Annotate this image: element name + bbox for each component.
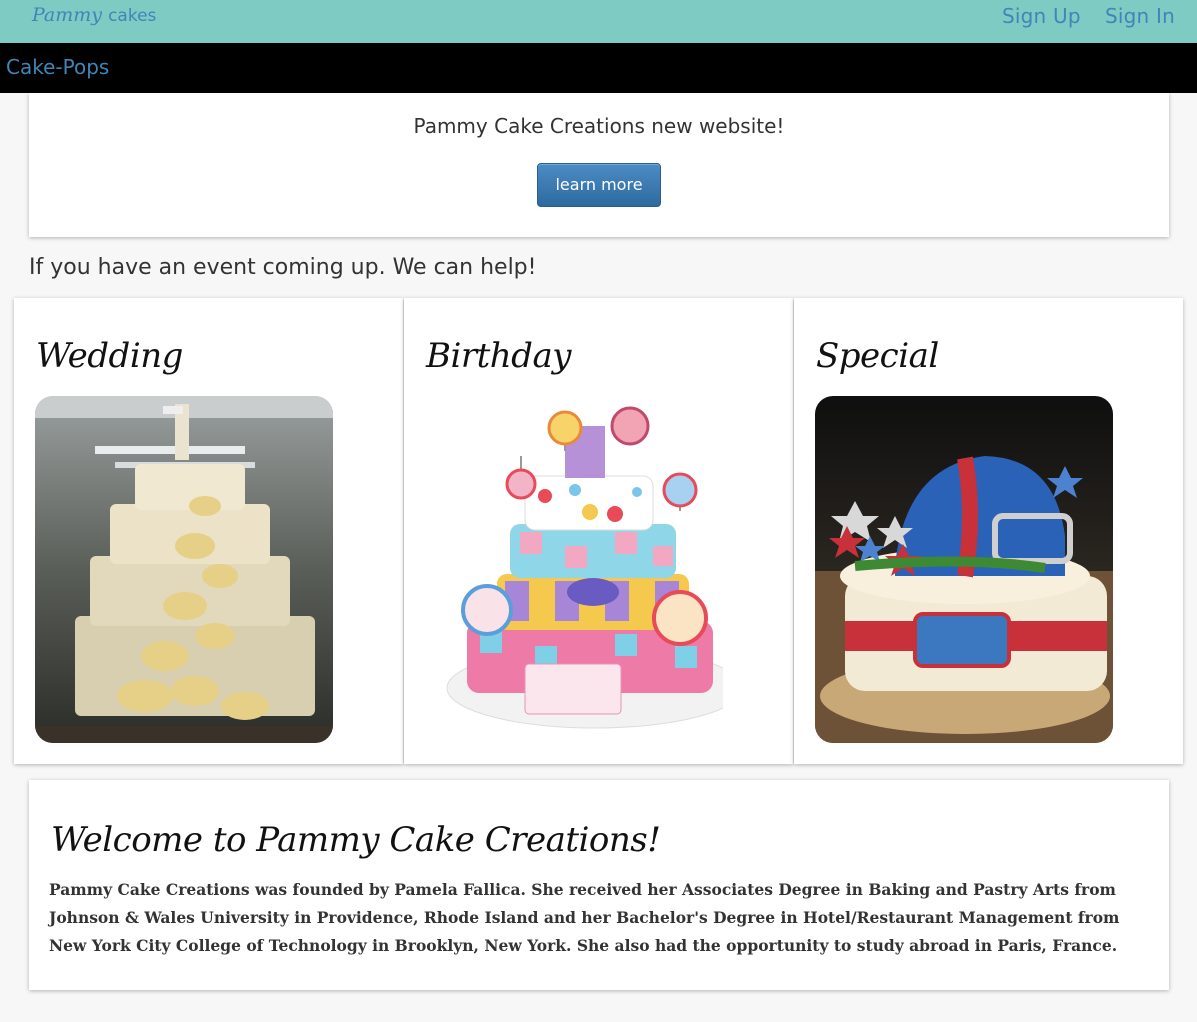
sign-in-link[interactable]: Sign In [1105,4,1175,28]
special-cake-image[interactable] [815,396,1113,743]
cake-pops-link[interactable]: Cake-Pops [6,55,109,79]
event-title: Wedding [36,336,183,376]
wedding-cake-image[interactable] [35,396,333,743]
event-card-wedding[interactable]: Wedding [14,298,403,764]
learn-more-button[interactable]: learn more [537,163,661,207]
brand-logo[interactable]: Pammy cakes [32,4,156,26]
secondary-navbar: Cake-Pops [0,43,1197,93]
brand-text: cakes [108,6,157,26]
sign-up-link[interactable]: Sign Up [1002,4,1081,28]
birthday-cake-image[interactable] [425,396,723,743]
welcome-body: Pammy Cake Creations was founded by Pame… [49,880,1120,955]
welcome-section: Welcome to Pammy Cake Creations! Pammy C… [29,780,1169,990]
top-navbar: Pammy cakes Sign Up Sign In [0,0,1197,43]
welcome-title: Welcome to Pammy Cake Creations! [51,820,661,860]
hero-banner: Pammy Cake Creations new website! learn … [29,93,1169,237]
event-title: Birthday [426,336,571,376]
event-card-birthday[interactable]: Birthday [404,298,793,764]
event-card-special[interactable]: Special [794,298,1183,764]
hero-headline: Pammy Cake Creations new website! [413,114,785,138]
brand-script: Pammy [32,4,103,26]
event-title: Special [816,336,939,376]
event-tagline: If you have an event coming up. We can h… [29,255,537,280]
